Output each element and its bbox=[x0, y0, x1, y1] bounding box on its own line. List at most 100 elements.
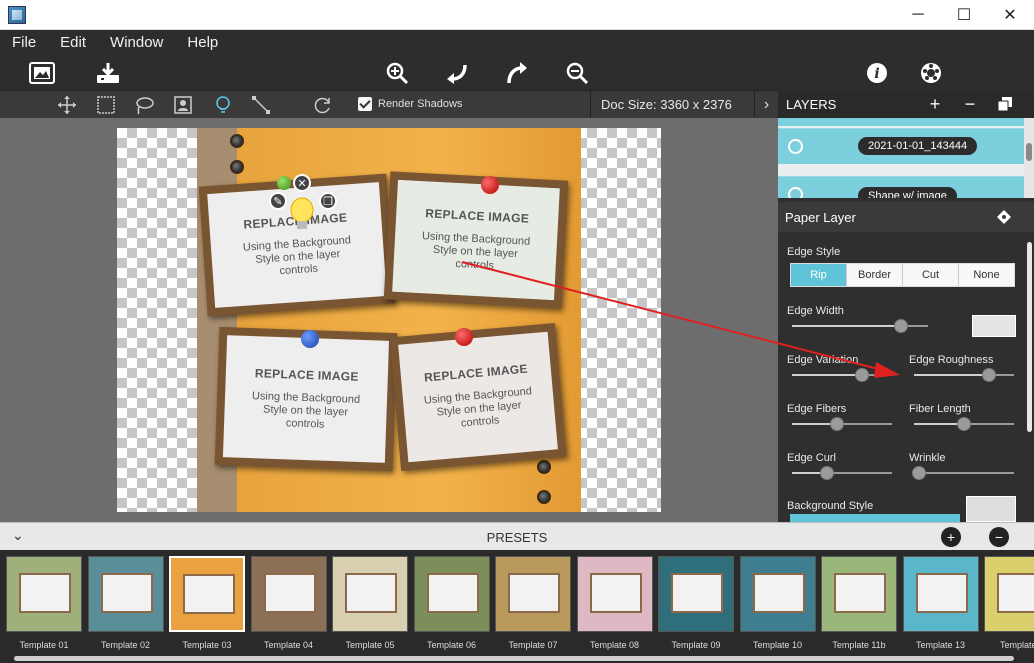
zoom-out-icon[interactable] bbox=[563, 59, 591, 87]
close-button[interactable]: ✕ bbox=[987, 0, 1033, 30]
photo-title: REPLACE IMAGE bbox=[254, 365, 360, 384]
preset-label: Template 08 bbox=[589, 640, 640, 650]
fiber-length-slider[interactable] bbox=[914, 417, 1014, 431]
undo-icon[interactable] bbox=[443, 59, 471, 87]
layer-name: 2021-01-01_143444 bbox=[858, 137, 978, 155]
edge-roughness-slider[interactable] bbox=[914, 368, 1014, 382]
wrinkle-slider[interactable] bbox=[912, 466, 1014, 480]
crop-select-icon[interactable] bbox=[95, 94, 117, 116]
layer-row[interactable] bbox=[778, 118, 1024, 126]
edit-handle-icon[interactable]: ✎ bbox=[269, 192, 287, 210]
chevron-right-icon[interactable]: › bbox=[754, 91, 778, 119]
portrait-icon[interactable] bbox=[172, 94, 194, 116]
preset-template[interactable]: Template 06 bbox=[412, 554, 492, 654]
photo-frame[interactable]: REPLACE IMAGE Using the Background Style… bbox=[214, 326, 398, 472]
info-icon[interactable]: i bbox=[863, 59, 891, 87]
background-style-label: Background Style bbox=[787, 500, 874, 512]
tools-toolbar: Render Shadows Doc Size: 3360 x 2376 › bbox=[0, 90, 778, 119]
doc-size-readout: Doc Size: 3360 x 2376 bbox=[590, 91, 732, 119]
photo-frame[interactable]: REPLACE IMAGE Using the Background Style… bbox=[383, 171, 569, 309]
zoom-in-icon[interactable] bbox=[383, 59, 411, 87]
edge-style-none[interactable]: None bbox=[959, 264, 1014, 286]
preset-photo bbox=[263, 573, 316, 613]
edge-style-border[interactable]: Border bbox=[847, 264, 903, 286]
edge-fibers-slider[interactable] bbox=[792, 417, 892, 431]
preset-template[interactable]: Template 10 bbox=[738, 554, 818, 654]
paper-layer-title: Paper Layer bbox=[785, 210, 856, 225]
preset-label: Template 07 bbox=[508, 640, 558, 650]
paper-settings-icon[interactable] bbox=[996, 209, 1012, 228]
right-panel: LAYERS + − 2021-01-01_143444 Shape w/ im… bbox=[778, 90, 1034, 522]
lightbulb-icon[interactable] bbox=[212, 94, 234, 116]
preset-label: Template 03 bbox=[182, 640, 232, 650]
preset-thumbnail bbox=[413, 556, 490, 632]
preset-template[interactable]: Template 03 bbox=[167, 554, 247, 654]
preset-template[interactable]: Template 1 bbox=[982, 554, 1034, 654]
preset-label: Template 09 bbox=[671, 640, 721, 650]
edge-style-cut[interactable]: Cut bbox=[903, 264, 959, 286]
layers-scrollbar[interactable] bbox=[1024, 118, 1034, 198]
rivet bbox=[230, 134, 244, 148]
preset-photo bbox=[752, 573, 805, 613]
photo-frame[interactable]: REPLACE IMAGE Using the Background Style… bbox=[389, 323, 567, 471]
preset-template[interactable]: Template 09 bbox=[656, 554, 736, 654]
redo-icon[interactable] bbox=[503, 59, 531, 87]
add-layer-button[interactable]: + bbox=[924, 94, 946, 114]
preset-template[interactable]: Template 07 bbox=[493, 554, 573, 654]
line-icon[interactable] bbox=[250, 94, 272, 116]
minimize-button[interactable]: ─ bbox=[895, 0, 941, 30]
remove-layer-button[interactable]: − bbox=[959, 94, 981, 114]
layers-header: LAYERS + − bbox=[778, 90, 1034, 118]
preset-template[interactable]: Template 04 bbox=[249, 554, 329, 654]
close-handle-icon[interactable]: ✕ bbox=[293, 174, 311, 192]
document-canvas[interactable]: REPLACE IMAGE Using the Background Style… bbox=[117, 128, 661, 512]
preset-template[interactable]: Template 13 bbox=[901, 554, 981, 654]
preset-photo bbox=[834, 573, 886, 613]
menu-edit[interactable]: Edit bbox=[48, 34, 98, 51]
background-style-selector[interactable] bbox=[790, 514, 960, 522]
menu-window[interactable]: Window bbox=[98, 34, 175, 51]
edge-variation-slider[interactable] bbox=[792, 368, 892, 382]
preset-thumbnail bbox=[984, 556, 1034, 632]
lasso-icon[interactable] bbox=[133, 94, 155, 116]
copy-handle-icon[interactable]: ❐ bbox=[319, 192, 337, 210]
maximize-button[interactable]: ☐ bbox=[941, 0, 987, 30]
edge-style-label: Edge Style bbox=[787, 246, 841, 258]
refresh-icon[interactable] bbox=[312, 94, 334, 116]
preset-template[interactable]: Template 01 bbox=[4, 554, 84, 654]
render-shadows-checkbox[interactable] bbox=[358, 97, 372, 111]
menu-file[interactable]: File bbox=[0, 34, 48, 51]
render-shadows-toggle[interactable]: Render Shadows bbox=[358, 97, 462, 111]
layer-row[interactable]: 2021-01-01_143444 bbox=[778, 128, 1024, 164]
preset-thumbnail bbox=[821, 556, 897, 632]
duplicate-icon[interactable] bbox=[994, 94, 1016, 114]
preset-label: Template 10 bbox=[752, 640, 803, 650]
preset-thumbnail bbox=[902, 556, 979, 632]
preset-template[interactable]: Template 11b bbox=[819, 554, 899, 654]
layer-select-radio[interactable] bbox=[788, 139, 803, 154]
background-style-preview[interactable] bbox=[966, 496, 1016, 522]
presets-scrollbar[interactable] bbox=[0, 655, 1034, 663]
preset-photo bbox=[671, 573, 723, 613]
photo-subtitle: Using the Background Style on the layer … bbox=[251, 389, 361, 431]
menu-help[interactable]: Help bbox=[175, 34, 230, 51]
remove-preset-button[interactable]: − bbox=[989, 527, 1009, 547]
edge-curl-slider[interactable] bbox=[792, 466, 892, 480]
preset-template[interactable]: Template 02 bbox=[86, 554, 166, 654]
move-icon[interactable] bbox=[56, 94, 78, 116]
render-shadows-label: Render Shadows bbox=[378, 98, 463, 110]
preset-template[interactable]: Template 05 bbox=[330, 554, 410, 654]
layer-row[interactable]: Shape w/ image bbox=[778, 176, 1024, 198]
preset-label: Template 05 bbox=[345, 640, 395, 650]
edge-style-rip[interactable]: Rip bbox=[791, 264, 847, 286]
edge-width-slider[interactable] bbox=[792, 319, 928, 333]
preset-label: Template 02 bbox=[100, 640, 151, 650]
preset-template[interactable]: Template 08 bbox=[575, 554, 655, 654]
properties-scrollbar[interactable] bbox=[1024, 232, 1034, 522]
edge-color-swatch[interactable] bbox=[972, 315, 1016, 337]
image-icon[interactable] bbox=[28, 59, 56, 87]
add-preset-button[interactable]: + bbox=[941, 527, 961, 547]
download-tray-icon[interactable] bbox=[94, 59, 122, 87]
settings-icon[interactable] bbox=[917, 59, 945, 87]
layer-select-radio[interactable] bbox=[788, 187, 803, 198]
